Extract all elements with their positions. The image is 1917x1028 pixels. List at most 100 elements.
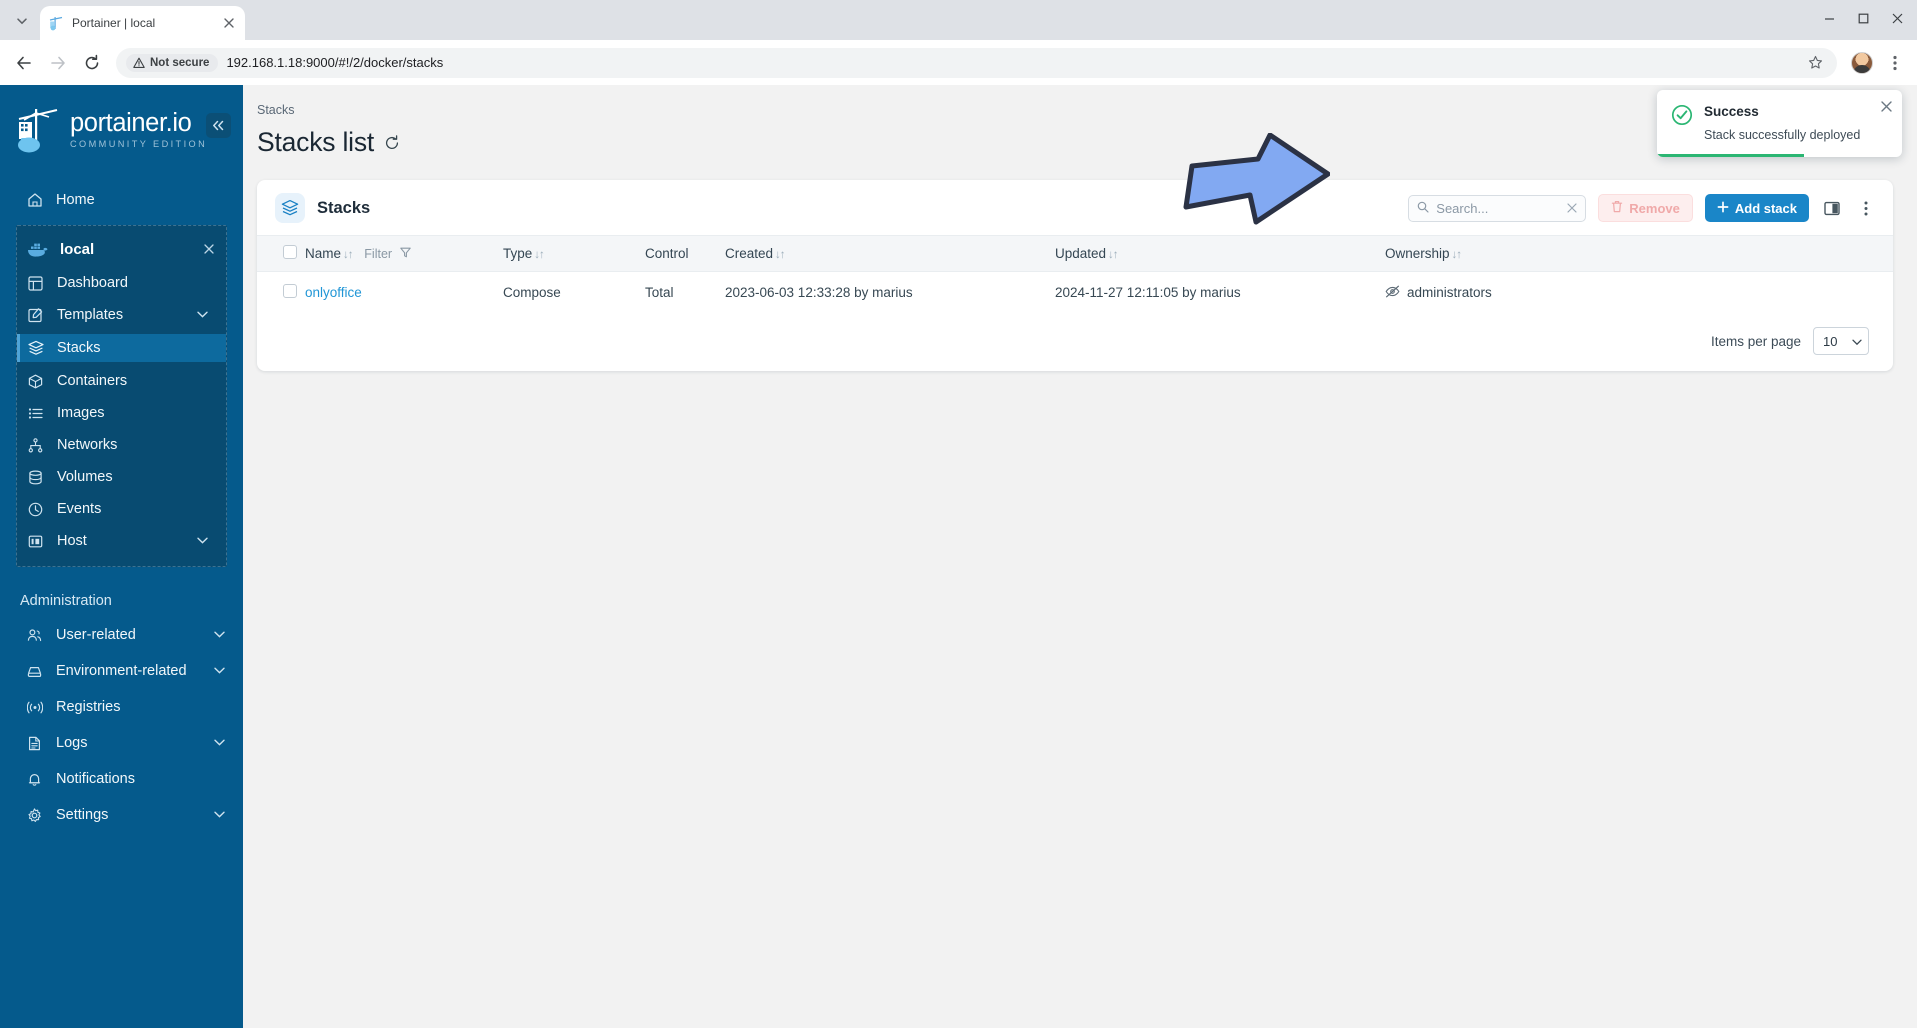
sidebar-item-registries[interactable]: Registries [0, 693, 243, 721]
row-checkbox[interactable] [283, 284, 297, 298]
sidebar-item-settings[interactable]: Settings [0, 801, 243, 829]
reload-icon[interactable] [76, 47, 108, 79]
toast-message: Stack successfully deployed [1704, 128, 1861, 142]
chevron-down-icon[interactable] [214, 738, 225, 749]
close-icon[interactable] [204, 242, 214, 257]
sort-arrows-icon[interactable]: ↓↑ [534, 249, 544, 261]
star-icon[interactable] [1803, 51, 1827, 75]
stack-name-link[interactable]: onlyoffice [305, 285, 362, 300]
breadcrumb[interactable]: Stacks [257, 101, 1893, 117]
sidebar-item-containers[interactable]: Containers [17, 368, 226, 394]
sidebar-item-networks[interactable]: Networks [17, 432, 226, 458]
gear-icon [26, 807, 43, 824]
sort-arrows-icon[interactable]: ↓↑ [1452, 249, 1462, 261]
sidebar-section-administration: Administration [20, 593, 112, 609]
trash-icon [1611, 200, 1623, 216]
avatar[interactable] [1851, 51, 1873, 74]
sidebar-item-host[interactable]: Host [17, 528, 226, 554]
sidebar-item-stacks[interactable]: Stacks [17, 334, 226, 362]
funnel-icon[interactable] [400, 246, 411, 261]
portainer-logo-icon [16, 107, 60, 153]
column-header-ownership[interactable]: Ownership ↓↑ [1385, 235, 1893, 272]
kebab-menu-icon[interactable] [1881, 49, 1909, 77]
portainer-logo[interactable]: portainer.io COMMUNITY EDITION [0, 85, 243, 171]
maximize-icon[interactable] [1847, 2, 1879, 34]
items-per-page-select[interactable]: 10 [1813, 327, 1869, 355]
add-stack-button-label: Add stack [1734, 200, 1797, 216]
sidebar-item-environment-related[interactable]: Environment-related [0, 657, 243, 685]
sidebar-item-templates[interactable]: Templates [17, 302, 226, 328]
cell-type: Compose [503, 285, 561, 300]
browser-tabstrip: Portainer | local [0, 0, 1917, 40]
chevron-down-icon[interactable] [197, 536, 208, 547]
cell-created: 2023-06-03 12:33:28 by marius [725, 285, 913, 300]
sidebar-item-notifications[interactable]: Notifications [0, 765, 243, 793]
sidebar-item-label: Settings [56, 807, 109, 823]
sort-arrows-icon[interactable]: ↓↑ [343, 249, 353, 261]
sidebar-item-volumes[interactable]: Volumes [17, 464, 226, 490]
chevron-down-icon[interactable] [214, 810, 225, 821]
images-icon [27, 405, 44, 422]
add-stack-button[interactable]: Add stack [1704, 194, 1809, 222]
column-header-type[interactable]: Type ↓↑ [503, 235, 645, 272]
kebab-menu-icon[interactable] [1855, 201, 1877, 216]
row-select-cell[interactable] [257, 272, 305, 314]
select-all-header[interactable] [257, 235, 305, 272]
toast-notification[interactable]: Success Stack successfully deployed [1657, 90, 1902, 158]
sort-arrows-icon[interactable]: ↓↑ [1108, 249, 1118, 261]
sidebar-item-events[interactable]: Events [17, 496, 226, 522]
chevron-down-icon[interactable] [214, 630, 225, 641]
users-icon [26, 627, 43, 644]
templates-icon [27, 307, 44, 324]
browser-tab[interactable]: Portainer | local [40, 6, 245, 40]
security-badge[interactable]: Not secure [126, 53, 219, 72]
select-all-checkbox[interactable] [283, 245, 297, 259]
chevron-down-icon[interactable] [214, 666, 225, 677]
sidebar-item-images[interactable]: Images [17, 400, 226, 426]
sidebar-item-label: Logs [56, 735, 88, 751]
sidebar-item-home[interactable]: Home [0, 187, 243, 213]
sidebar-collapse-button[interactable] [206, 113, 231, 138]
refresh-icon[interactable] [384, 134, 400, 151]
column-header-updated[interactable]: Updated ↓↑ [1055, 235, 1385, 272]
sidebar-item-user-related[interactable]: User-related [0, 621, 243, 649]
toast-close-icon[interactable] [1881, 100, 1892, 115]
table-row[interactable]: onlyoffice Compose Total 2023-06-03 12:3… [257, 272, 1893, 314]
remove-button[interactable]: Remove [1598, 194, 1693, 222]
sort-arrows-icon[interactable]: ↓↑ [775, 249, 785, 261]
sidebar-item-logs[interactable]: Logs [0, 729, 243, 757]
search-input[interactable]: Search... [1408, 194, 1587, 222]
sidebar-item-label: Templates [57, 307, 124, 323]
logo-name: portainer.io [70, 108, 192, 137]
environment-header[interactable]: local [17, 234, 226, 264]
address-bar[interactable]: Not secure 192.168.1.18:9000/#!/2/docker… [116, 47, 1837, 78]
sidebar-item-label: Volumes [57, 469, 113, 485]
sidebar-item-label: Host [57, 533, 87, 549]
tab-search-icon[interactable] [8, 7, 36, 35]
filter-label[interactable]: Filter [364, 247, 392, 261]
dashboard-icon [27, 275, 44, 292]
sidebar-item-label: User-related [56, 627, 136, 643]
browser-toolbar: Not secure 192.168.1.18:9000/#!/2/docker… [0, 40, 1917, 85]
logs-icon [26, 735, 43, 752]
stacks-icon [275, 193, 305, 223]
cell-updated: 2024-11-27 12:11:05 by marius [1055, 285, 1241, 300]
chevron-down-icon[interactable] [197, 310, 208, 321]
column-header-name[interactable]: Name ↓↑ Filter [305, 235, 503, 272]
warning-triangle-icon [133, 57, 145, 68]
volumes-icon [27, 469, 44, 486]
cell-name: onlyoffice [305, 272, 503, 314]
column-label: Ownership [1385, 246, 1450, 261]
column-header-control[interactable]: Control [645, 235, 725, 272]
back-icon[interactable] [8, 47, 40, 79]
window-close-icon[interactable] [1881, 2, 1913, 34]
sidebar-item-dashboard[interactable]: Dashboard [17, 270, 226, 296]
page-title: Stacks list [257, 127, 375, 157]
columns-icon[interactable] [1821, 201, 1843, 216]
column-header-created[interactable]: Created ↓↑ [725, 235, 1055, 272]
close-icon[interactable] [221, 15, 237, 31]
minimize-icon[interactable] [1813, 2, 1845, 34]
sidebar-item-label: Containers [57, 373, 128, 389]
logo-subtitle: COMMUNITY EDITION [70, 139, 208, 150]
search-clear-icon[interactable] [1567, 201, 1577, 216]
